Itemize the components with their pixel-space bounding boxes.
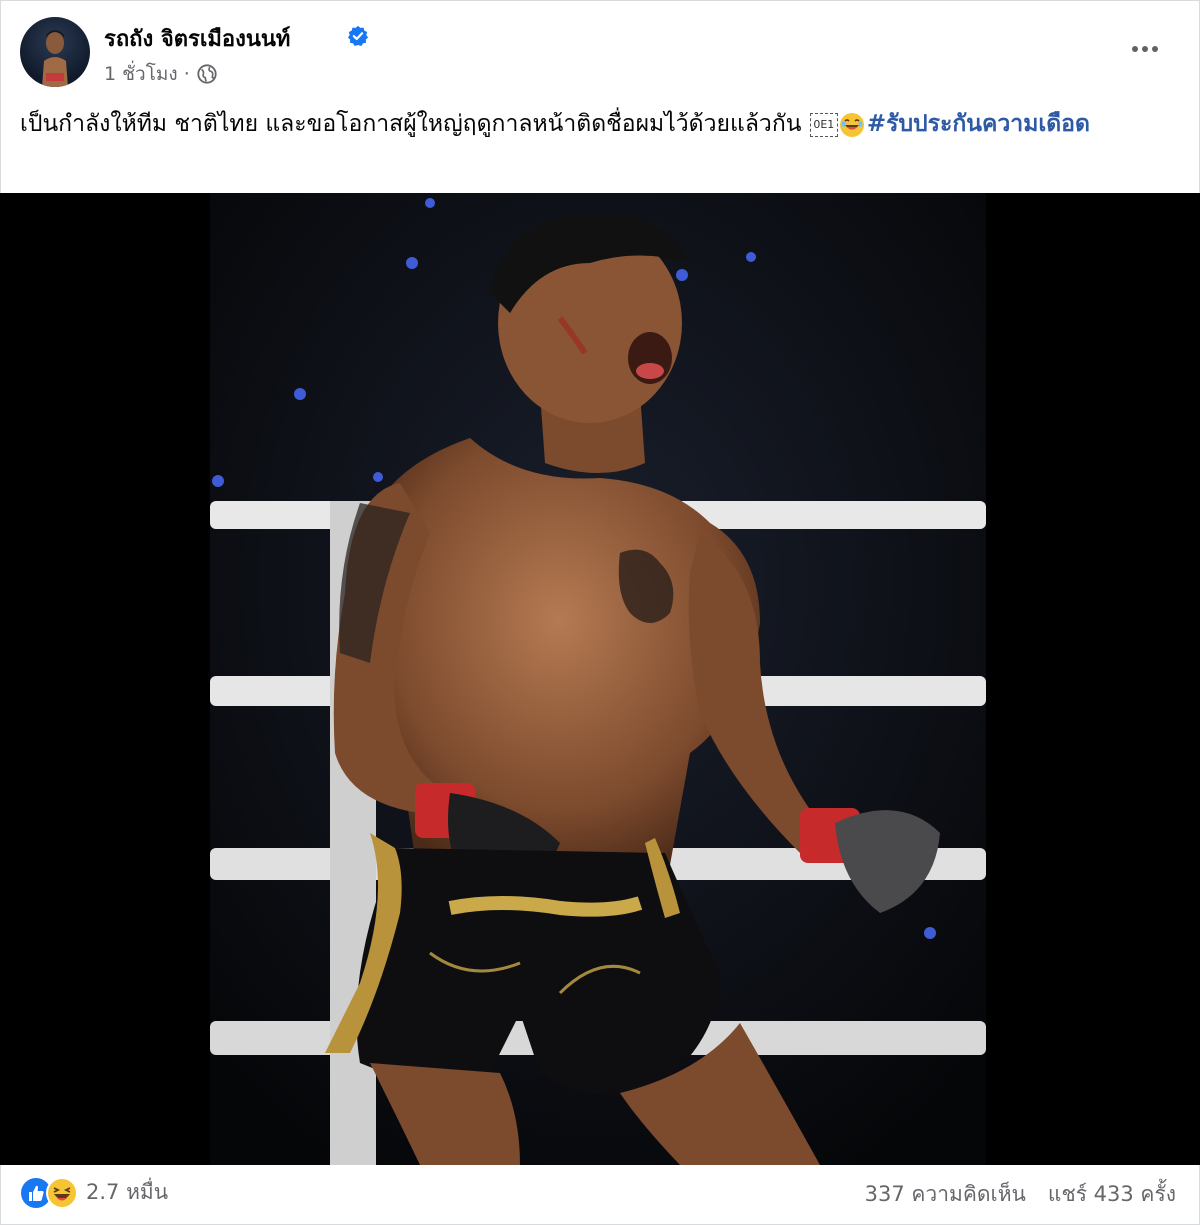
more-options-icon xyxy=(1132,46,1138,52)
reactions-summary[interactable]: 2.7 หมื่น xyxy=(20,1176,168,1209)
hashtag-link[interactable]: #รับประกันความเดือด xyxy=(867,111,1090,137)
post-meta: 1 ชั่วโมง · xyxy=(104,59,218,89)
fighter-photo-illustration xyxy=(0,193,1200,1165)
haha-icon xyxy=(46,1176,78,1209)
more-dot xyxy=(1152,46,1158,52)
emoji-box: 0E1 xyxy=(809,112,838,137)
more-options-button[interactable] xyxy=(1123,31,1167,67)
shares-count[interactable]: แชร์ 433 ครั้ง xyxy=(1048,1178,1176,1211)
more-dot xyxy=(1142,46,1148,52)
post-caption: เป็นกำลังให้ทีม ชาติไทย และขอโอกาสผู้ใหญ… xyxy=(20,105,1170,143)
engagement-stats: 337 ความคิดเห็น แชร์ 433 ครั้ง xyxy=(865,1178,1176,1211)
verified-badge-icon xyxy=(347,25,369,46)
laughing-emoji-icon xyxy=(839,112,864,137)
author-name[interactable]: รถถัง จิตรเมืองนนท์ xyxy=(104,21,290,56)
globe-icon[interactable] xyxy=(196,63,218,85)
reaction-count: 2.7 หมื่น xyxy=(86,1180,169,1204)
comments-count[interactable]: 337 ความคิดเห็น xyxy=(865,1178,1026,1211)
caption-text: เป็นกำลังให้ทีม ชาติไทย และขอโอกาสผู้ใหญ… xyxy=(20,111,809,137)
meta-separator: · xyxy=(183,63,190,85)
author-avatar[interactable] xyxy=(20,17,90,87)
post-timestamp[interactable]: 1 ชั่วโมง xyxy=(104,59,178,89)
post-photo[interactable] xyxy=(0,193,1200,1165)
